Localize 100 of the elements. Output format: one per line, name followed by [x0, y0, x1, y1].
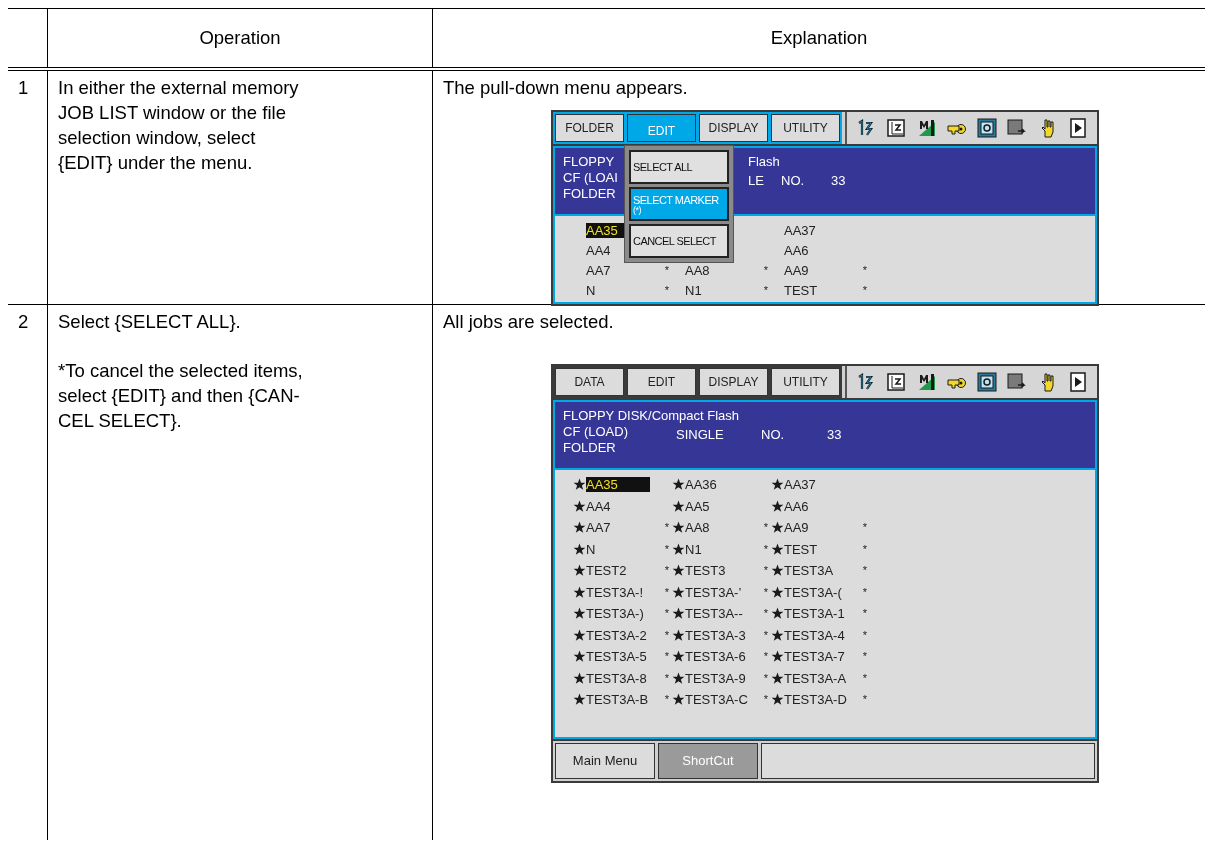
- file-name[interactable]: TEST3A-2: [586, 627, 656, 643]
- marker-text: *: [664, 541, 669, 557]
- file-name[interactable]: TEST3A-6: [685, 649, 755, 665]
- marker-text: *: [862, 670, 867, 686]
- operation-text: In either the external memory JOB LIST window or the file selection window, select {EDIT} under the menu.: [58, 76, 300, 175]
- file-name[interactable]: AA37: [784, 222, 854, 238]
- marker-text: *: [763, 606, 768, 622]
- marker-text: *: [664, 649, 669, 665]
- file-name[interactable]: TEST3A: [784, 563, 854, 579]
- menu-tab[interactable]: DATA: [555, 368, 624, 396]
- menu-tab[interactable]: FOLDER: [555, 114, 624, 142]
- menu-tab[interactable]: DISPLAY: [699, 114, 768, 142]
- header-text: SINGLE: [676, 427, 724, 443]
- row-number: 1: [8, 71, 48, 304]
- marker-text: *: [664, 282, 669, 298]
- file-name[interactable]: AA36: [685, 477, 755, 493]
- file-name[interactable]: TEST3A-D: [784, 692, 854, 708]
- file-name[interactable]: TEST3A--: [685, 606, 755, 622]
- file-name[interactable]: TEST3A-A: [784, 670, 854, 686]
- file-name[interactable]: AA7: [586, 520, 656, 536]
- marker-text: *: [763, 262, 768, 278]
- explanation-text: All jobs are selected.: [443, 310, 615, 334]
- marker-text: *: [763, 520, 768, 536]
- file-name[interactable]: AA9: [784, 520, 854, 536]
- marker-text: *: [763, 563, 768, 579]
- file-name[interactable]: TEST3A-3: [685, 627, 755, 643]
- file-name[interactable]: TEST3A-): [586, 606, 656, 622]
- file-name[interactable]: AA37: [784, 477, 854, 493]
- file-name[interactable]: TEST3A-9: [685, 670, 755, 686]
- file-name[interactable]: N: [586, 282, 656, 298]
- menu-tab[interactable]: EDIT: [627, 368, 696, 396]
- column-header: Operation: [48, 9, 433, 67]
- column-header: Explanation: [769, 26, 869, 51]
- marker-text: *: [763, 692, 768, 708]
- marker-text: *: [763, 282, 768, 298]
- marker-text: *: [763, 649, 768, 665]
- file-name[interactable]: AA6: [784, 242, 854, 258]
- marker-text: *: [862, 262, 867, 278]
- file-name[interactable]: AA4: [586, 498, 656, 514]
- file-name[interactable]: TEST3A-’: [685, 584, 755, 600]
- marker-text: *: [664, 262, 669, 278]
- header-text: LE: [748, 173, 764, 189]
- document-icon[interactable]: [885, 117, 908, 139]
- document-icon[interactable]: [885, 371, 908, 393]
- marker-text: *: [763, 627, 768, 643]
- file-name[interactable]: TEST3A-C: [685, 692, 755, 708]
- framed-panel-icon[interactable]: [976, 371, 999, 393]
- marker-text: *: [664, 584, 669, 600]
- header-text: CF (LOAD): [563, 424, 628, 440]
- file-name[interactable]: TEST3A-8: [586, 670, 656, 686]
- menu-tab[interactable]: UTILITY: [771, 114, 840, 142]
- header-text: Flash: [748, 154, 780, 170]
- file-name[interactable]: TEST: [784, 282, 854, 298]
- file-name[interactable]: TEST3A-!: [586, 584, 656, 600]
- menu-tab[interactable]: UTILITY: [771, 368, 840, 396]
- file-name[interactable]: AA7: [586, 262, 656, 278]
- marker-text: *: [664, 627, 669, 643]
- marker-text: *: [664, 520, 669, 536]
- file-name[interactable]: N1: [685, 282, 755, 298]
- menu-item[interactable]: CANCEL SELECT: [629, 224, 729, 258]
- file-name[interactable]: N: [586, 541, 656, 557]
- file-name[interactable]: TEST: [784, 541, 854, 557]
- marker-text: *: [862, 606, 867, 622]
- bottom-bar-button[interactable]: Main Menu: [555, 742, 655, 779]
- file-name[interactable]: AA5: [685, 498, 755, 514]
- file-name[interactable]: TEST2: [586, 563, 656, 579]
- file-name[interactable]: TEST3A-4: [784, 627, 854, 643]
- file-name[interactable]: AA8: [685, 262, 755, 278]
- file-name[interactable]: AA9: [784, 262, 854, 278]
- framed-panel-icon[interactable]: [976, 117, 999, 139]
- row-number: 2: [8, 305, 48, 840]
- header-text: 33: [827, 427, 842, 443]
- menu-item[interactable]: SELECT ALL: [629, 150, 729, 184]
- file-name[interactable]: TEST3A-7: [784, 649, 854, 665]
- header-text: NO.: [761, 427, 785, 443]
- marker-text: *: [763, 584, 768, 600]
- file-name[interactable]: AA35: [586, 477, 650, 493]
- marker-text: *: [763, 541, 768, 557]
- file-name[interactable]: N1: [685, 541, 755, 557]
- marker-text: *: [664, 692, 669, 708]
- menu-tab[interactable]: DISPLAY: [699, 368, 768, 396]
- file-name[interactable]: AA6: [784, 498, 854, 514]
- file-name[interactable]: AA8: [685, 520, 755, 536]
- marker-text: *: [862, 584, 867, 600]
- marker-text: *: [862, 649, 867, 665]
- header-text: NO.: [781, 173, 805, 189]
- file-name[interactable]: TEST3A-5: [586, 649, 656, 665]
- marker-text: *: [664, 606, 669, 622]
- header-text: 33: [831, 173, 846, 189]
- file-name[interactable]: TEST3A-(: [784, 584, 854, 600]
- file-name[interactable]: TEST3A-1: [784, 606, 854, 622]
- header-text: FLOPPY DISK/Compact Flash: [563, 408, 740, 424]
- operation-text: Select {SELECT ALL}.: [58, 310, 242, 334]
- marker-text: *: [664, 563, 669, 579]
- marker-text: *: [862, 563, 867, 579]
- marker-text: *: [862, 541, 867, 557]
- file-name[interactable]: TEST3A-B: [586, 692, 656, 708]
- header-text: FLOPPY: [563, 154, 615, 170]
- file-name[interactable]: TEST3: [685, 563, 755, 579]
- marker-text: *: [862, 282, 867, 298]
